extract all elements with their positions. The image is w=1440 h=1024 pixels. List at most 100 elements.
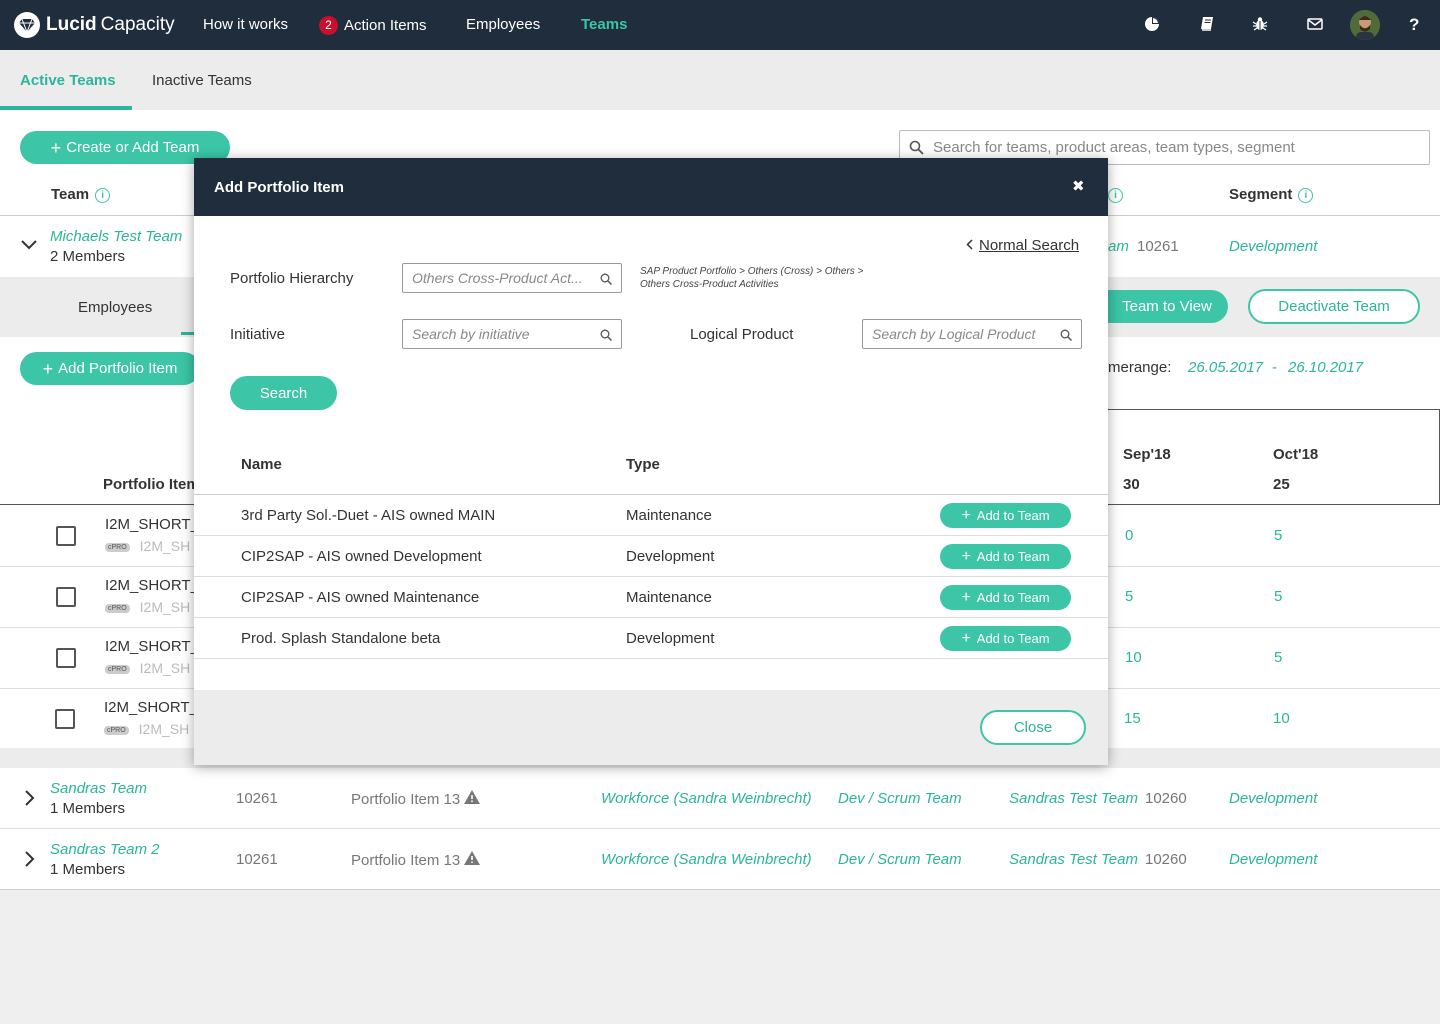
add-portfolio-item-label: Add Portfolio Item	[58, 360, 178, 377]
team-type[interactable]: Dev / Scrum Team	[838, 851, 962, 868]
add-to-team-button[interactable]: + Add to Team	[940, 585, 1071, 610]
plus-icon: +	[42, 358, 54, 379]
search-button[interactable]: Search	[230, 376, 337, 410]
nav-how-it-works[interactable]: How it works	[203, 16, 288, 33]
top-navbar: Lucid Capacity How it works 2 Action Item…	[0, 0, 1440, 50]
mail-icon[interactable]	[1307, 16, 1325, 34]
nav-employees[interactable]: Employees	[466, 16, 540, 33]
row-checkbox[interactable]	[55, 709, 75, 729]
divider	[0, 828, 1440, 829]
nav-teams[interactable]: Teams	[581, 16, 627, 33]
add-to-team-button[interactable]: + Add to Team	[940, 626, 1071, 651]
team-segment[interactable]: Development	[1229, 238, 1317, 255]
collapse-chevron-icon[interactable]	[20, 238, 38, 255]
modal-footer: Close	[194, 690, 1108, 765]
oct-value[interactable]: 10	[1273, 710, 1290, 727]
row-checkbox[interactable]	[56, 526, 76, 546]
team-name[interactable]: Sandras Team	[50, 780, 147, 797]
tab-inactive-teams[interactable]: Inactive Teams	[152, 72, 252, 89]
expand-chevron-icon[interactable]	[24, 789, 36, 811]
col-type-header: Type	[626, 456, 660, 473]
search-icon	[600, 272, 613, 288]
help-icon[interactable]: ?	[1409, 15, 1419, 35]
sep-value[interactable]: 0	[1125, 527, 1133, 544]
row-checkbox[interactable]	[56, 587, 76, 607]
portfolio-item-subname: I2M_SH	[139, 660, 191, 676]
team-tabs: Active Teams Inactive Teams	[0, 50, 1440, 110]
close-icon[interactable]: ✖	[1072, 177, 1085, 195]
avatar[interactable]	[1350, 10, 1380, 40]
oct-value[interactable]: 5	[1274, 649, 1282, 666]
add-to-team-label: Add to Team	[976, 590, 1050, 605]
workforce-link[interactable]: Workforce (Sandra Weinbrecht)	[601, 790, 812, 807]
brand-light: Capacity	[100, 14, 175, 35]
team-name[interactable]: Sandras Team 2	[50, 841, 160, 858]
oct-value[interactable]: 5	[1274, 588, 1282, 605]
logical-product-search-input[interactable]: Search by Logical Product	[862, 319, 1082, 349]
add-to-team-button[interactable]: + Add to Team	[940, 544, 1071, 569]
plus-icon: +	[961, 588, 971, 606]
team-to-view-button[interactable]: Team to View	[1106, 290, 1228, 323]
info-icon[interactable]: i	[1108, 188, 1123, 203]
team-id: 10261	[236, 790, 278, 807]
sep-value[interactable]: 15	[1124, 710, 1141, 727]
warning-icon	[464, 851, 481, 869]
book-icon[interactable]	[1199, 16, 1217, 34]
portfolio-item-sub: cPRO I2M_SH	[105, 660, 190, 676]
initiative-search-input[interactable]: Search by initiative	[402, 319, 622, 349]
cpro-tag: cPRO	[104, 726, 129, 735]
add-portfolio-item-modal: Add Portfolio Item ✖ Normal Search Portf…	[194, 158, 1108, 765]
initiative-label: Initiative	[230, 326, 286, 343]
normal-search-link[interactable]: Normal Search	[966, 237, 1079, 254]
add-to-team-label: Add to Team	[976, 549, 1050, 564]
col-portfolio-item[interactable]: Portfolio Item	[103, 476, 200, 493]
col-team-label: Team	[51, 186, 90, 203]
workforce-link[interactable]: Workforce (Sandra Weinbrecht)	[601, 851, 812, 868]
team-members: 1 Members	[50, 861, 126, 878]
result-name: 3rd Party Sol.-Duet - AIS owned MAIN	[241, 507, 496, 524]
parent-id: 10260	[1145, 851, 1187, 868]
team-id: 10261	[236, 851, 278, 868]
chevron-left-icon	[966, 237, 973, 254]
team-segment[interactable]: Development	[1229, 790, 1317, 807]
add-to-team-button[interactable]: + Add to Team	[940, 503, 1071, 528]
bug-icon[interactable]	[1252, 16, 1270, 34]
parent-team[interactable]: Sandras Test Team	[1009, 851, 1138, 868]
partial-cell[interactable]: am	[1108, 238, 1129, 255]
close-button[interactable]: Close	[980, 710, 1086, 745]
month-oct: Oct'18	[1273, 446, 1319, 463]
row-checkbox[interactable]	[56, 648, 76, 668]
portfolio-item-name: I2M_SHORT_T	[105, 638, 209, 655]
oct-value[interactable]: 5	[1274, 527, 1282, 544]
hierarchy-path-line: SAP Product Portfolio > Others (Cross) >…	[640, 266, 864, 277]
col-segment-header[interactable]: Segment i	[1229, 186, 1314, 203]
nav-action-items[interactable]: 2 Action Items	[319, 16, 427, 35]
info-icon[interactable]: i	[95, 188, 111, 203]
add-to-team-label: Add to Team	[976, 631, 1050, 646]
info-icon[interactable]: i	[1298, 188, 1314, 203]
tab-active-teams[interactable]: Active Teams	[20, 72, 116, 89]
sep-value[interactable]: 5	[1125, 588, 1133, 605]
pie-chart-icon[interactable]	[1144, 16, 1162, 34]
search-icon	[600, 328, 613, 344]
team-name-michaels[interactable]: Michaels Test Team	[50, 228, 182, 245]
cpro-tag: cPRO	[105, 665, 130, 674]
team-type[interactable]: Dev / Scrum Team	[838, 790, 962, 807]
brand[interactable]: Lucid Capacity	[14, 12, 175, 38]
deactivate-team-button[interactable]: Deactivate Team	[1248, 289, 1420, 324]
timerange-end[interactable]: 26.10.2017	[1288, 359, 1363, 376]
sep-value[interactable]: 10	[1125, 649, 1142, 666]
subtab-indicator	[181, 332, 195, 335]
result-type: Development	[626, 548, 715, 565]
col-team-header[interactable]: Team i	[51, 186, 111, 203]
team-segment[interactable]: Development	[1229, 851, 1317, 868]
team-to-view-label: Team to View	[1122, 298, 1212, 315]
expand-chevron-icon[interactable]	[24, 850, 36, 872]
result-type: Maintenance	[626, 589, 712, 606]
col-name-header: Name	[241, 456, 282, 473]
add-portfolio-item-button[interactable]: + Add Portfolio Item	[20, 352, 200, 385]
portfolio-hierarchy-input[interactable]: Others Cross-Product Act...	[402, 263, 622, 293]
timerange-start[interactable]: 26.05.2017	[1188, 359, 1263, 376]
parent-team[interactable]: Sandras Test Team	[1009, 790, 1138, 807]
subtab-employees[interactable]: Employees	[78, 299, 152, 316]
